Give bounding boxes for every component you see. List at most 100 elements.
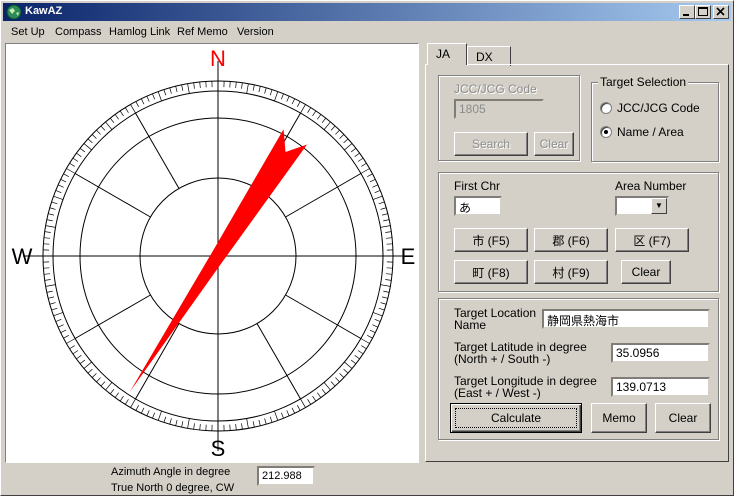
compass-tick bbox=[181, 421, 184, 428]
area-number-select[interactable]: ▼ bbox=[615, 196, 669, 216]
compass-tick bbox=[321, 117, 327, 124]
first-chr-label: First Chr bbox=[454, 179, 500, 193]
compass-panel: N S E W bbox=[5, 43, 419, 463]
compass-tick bbox=[339, 373, 345, 378]
compass-tick bbox=[378, 201, 385, 205]
compass-tick bbox=[317, 114, 322, 120]
compass-tick bbox=[252, 84, 255, 91]
compass-tick bbox=[140, 98, 145, 105]
menu-setup[interactable]: Set Up bbox=[11, 26, 45, 38]
compass-tick bbox=[169, 418, 172, 425]
tab-panel-ja: JCC/JCG Code 1805 Search Clear Target Se… bbox=[425, 64, 729, 462]
compass-tick bbox=[187, 83, 190, 94]
compass-tick bbox=[69, 345, 75, 350]
machi-f8-button[interactable]: 町 (F8) bbox=[454, 260, 528, 284]
menu-ref-memo[interactable]: Ref Memo bbox=[177, 26, 228, 38]
compass-tick bbox=[354, 152, 360, 157]
tab-ja[interactable]: JA bbox=[427, 43, 467, 65]
radio-name-area[interactable] bbox=[600, 126, 612, 138]
compass-tick bbox=[343, 368, 349, 374]
area-clear-button[interactable]: Clear bbox=[621, 260, 671, 284]
compass-tick bbox=[152, 93, 156, 100]
ku-f7-button[interactable]: 区 (F7) bbox=[615, 228, 689, 252]
compass-tick bbox=[339, 134, 345, 139]
jcc-clear-button[interactable]: Clear bbox=[534, 132, 574, 156]
compass-tick bbox=[235, 424, 237, 431]
compass-tick bbox=[152, 412, 156, 419]
compass-spoke bbox=[256, 323, 301, 400]
chevron-down-icon[interactable]: ▼ bbox=[651, 198, 667, 214]
gun-f6-button[interactable]: 郡 (F6) bbox=[534, 228, 608, 252]
compass-tick bbox=[369, 178, 376, 183]
jcc-code-field[interactable]: 1805 bbox=[454, 99, 544, 119]
compass-tick bbox=[87, 368, 93, 374]
compass-tick bbox=[53, 312, 64, 317]
compass-tick bbox=[258, 419, 261, 426]
compass-tick bbox=[274, 410, 279, 421]
compass-tick bbox=[374, 318, 381, 322]
compass-spoke bbox=[285, 173, 362, 218]
compass-tick bbox=[343, 138, 349, 144]
compass-tick bbox=[372, 184, 379, 188]
compass-tick bbox=[114, 114, 119, 120]
compass-tick bbox=[193, 82, 195, 89]
compass-tick bbox=[264, 87, 267, 94]
compass-tick bbox=[321, 388, 327, 395]
search-button[interactable]: Search bbox=[454, 132, 528, 156]
compass-tick bbox=[386, 237, 393, 239]
north-label: N bbox=[210, 46, 226, 71]
compass-tick bbox=[45, 284, 56, 287]
compass-tick bbox=[87, 138, 93, 144]
compass-tick bbox=[330, 125, 336, 131]
compass-tick bbox=[43, 273, 50, 275]
compass-tick bbox=[44, 279, 51, 281]
menu-hamlog-link[interactable]: Hamlog Link bbox=[109, 26, 170, 38]
area-number-label: Area Number bbox=[615, 179, 687, 193]
close-icon bbox=[716, 7, 725, 16]
calculate-button[interactable]: Calculate bbox=[450, 403, 582, 433]
target-location-field[interactable]: 静岡県熱海市 bbox=[542, 309, 710, 329]
compass-tick bbox=[53, 195, 64, 200]
compass-tick bbox=[381, 296, 388, 299]
compass-tick bbox=[367, 173, 373, 177]
compass-tick bbox=[312, 395, 317, 402]
clear-button[interactable]: Clear bbox=[655, 403, 711, 433]
compass-tick bbox=[46, 219, 53, 222]
window-title: KawAZ bbox=[25, 5, 63, 17]
compass-tick bbox=[43, 237, 50, 239]
menu-compass[interactable]: Compass bbox=[55, 26, 101, 38]
compass-tick bbox=[135, 101, 139, 107]
compass-tick bbox=[357, 350, 364, 355]
compass-tick bbox=[286, 410, 290, 417]
azimuth-label: Azimuth Angle in degree True North 0 deg… bbox=[111, 464, 234, 496]
compass-tick bbox=[48, 213, 55, 216]
target-longitude-field[interactable]: 139.0713 bbox=[611, 377, 710, 397]
minimize-button[interactable] bbox=[679, 5, 695, 19]
shi-f5-button[interactable]: 市 (F5) bbox=[454, 228, 528, 252]
compass-tick bbox=[235, 81, 237, 88]
menu-version[interactable]: Version bbox=[237, 26, 274, 38]
maximize-button[interactable] bbox=[695, 5, 711, 19]
tab-dx[interactable]: DX bbox=[467, 46, 511, 66]
compass-tick bbox=[91, 373, 97, 378]
radio-jcc-code[interactable] bbox=[600, 102, 612, 114]
compass-tick bbox=[114, 392, 119, 398]
compass-tick bbox=[48, 296, 55, 299]
target-location-label-line2: Name bbox=[454, 318, 487, 332]
compass-tick bbox=[60, 329, 67, 334]
memo-button[interactable]: Memo bbox=[591, 403, 647, 433]
compass-tick bbox=[157, 410, 162, 421]
compass-tick bbox=[55, 190, 62, 194]
compass-tick bbox=[175, 419, 178, 426]
target-latitude-field[interactable]: 35.0956 bbox=[611, 343, 710, 363]
compass-tick bbox=[291, 407, 296, 414]
close-button[interactable] bbox=[713, 5, 729, 19]
compass-tick bbox=[312, 110, 317, 117]
first-chr-field[interactable]: あ bbox=[454, 196, 502, 216]
compass-tick bbox=[51, 201, 58, 205]
compass-tick bbox=[344, 361, 353, 369]
title-bar[interactable]: KawAZ bbox=[3, 3, 731, 21]
mura-f9-button[interactable]: 村 (F9) bbox=[534, 260, 608, 284]
compass-tick bbox=[175, 86, 178, 93]
azimuth-value-field[interactable]: 212.988 bbox=[257, 466, 315, 486]
